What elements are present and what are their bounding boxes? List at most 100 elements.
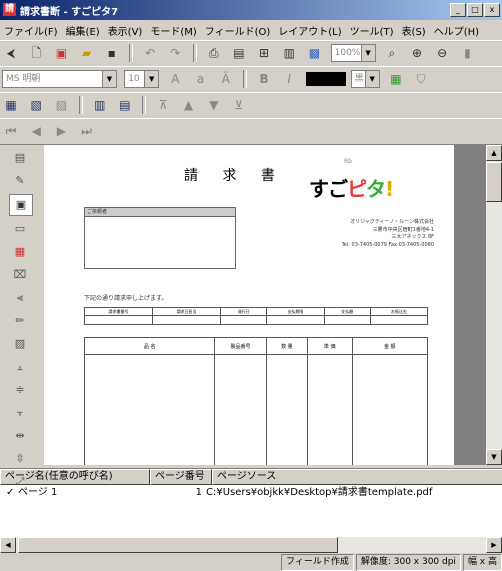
info-cell[interactable] bbox=[266, 315, 325, 325]
items-cell[interactable] bbox=[351, 354, 429, 465]
horizontal-scrollbar[interactable]: ◀ ▶ bbox=[0, 537, 502, 553]
scroll-up-icon[interactable]: ▲ bbox=[486, 145, 502, 161]
font-reset-icon[interactable]: Ä bbox=[216, 69, 236, 89]
save-icon[interactable]: ▪ bbox=[102, 43, 122, 63]
font-size-select[interactable]: 10 ▼ bbox=[124, 70, 160, 88]
document-canvas[interactable]: 請 求 書 Rb すごピタ! オリジャクティーノ・ルーン株式会社 三鷹市中央区宿… bbox=[44, 145, 486, 465]
bold-button[interactable]: B bbox=[254, 69, 274, 89]
info-cell[interactable] bbox=[152, 315, 222, 325]
address-field[interactable]: ご依頼者 bbox=[84, 207, 236, 269]
page-icon[interactable]: ▥ bbox=[279, 43, 299, 63]
grid-icon[interactable]: ⊞ bbox=[254, 43, 274, 63]
close-button[interactable]: x bbox=[484, 3, 500, 17]
distribute-v-icon[interactable]: ⇳ bbox=[9, 449, 31, 469]
move-down-icon[interactable]: ▼ bbox=[204, 95, 224, 115]
back-icon[interactable]: ⮜ bbox=[1, 43, 21, 63]
menu-file[interactable]: ファイル(F) bbox=[0, 20, 62, 41]
first-page-icon[interactable]: ⏮ bbox=[1, 121, 21, 141]
layout-toolbar: ▦ ▧ ▨ ▥ ▤ ⊼ ▲ ▼ ⊻ bbox=[0, 92, 502, 119]
palette-icon[interactable]: ▦ bbox=[386, 69, 406, 89]
zoom-out-icon[interactable]: ⊖ bbox=[432, 43, 452, 63]
font-name-select[interactable]: MS 明朝 ▼ bbox=[2, 70, 117, 88]
row-icon[interactable]: ▤ bbox=[115, 95, 135, 115]
items-header: 単 価 bbox=[306, 337, 353, 355]
table-icon[interactable]: ▦ bbox=[1, 95, 21, 115]
column-page-name[interactable]: ページ名(任意の呼び名) bbox=[0, 469, 150, 485]
print-icon[interactable]: ⎙ bbox=[204, 43, 224, 63]
scroll-thumb[interactable] bbox=[18, 537, 338, 553]
font-shrink-icon[interactable]: a bbox=[191, 69, 211, 89]
table-split-icon[interactable]: ▧ bbox=[26, 95, 46, 115]
delete-field-icon[interactable]: ⌧ bbox=[9, 265, 31, 285]
scroll-right-icon[interactable]: ▶ bbox=[486, 537, 502, 553]
align-middle-icon[interactable]: ≑ bbox=[9, 380, 31, 400]
pdf-icon[interactable]: ▣ bbox=[51, 43, 71, 63]
table-merge-icon[interactable]: ▨ bbox=[51, 95, 71, 115]
column-page-source[interactable]: ページソース bbox=[212, 469, 502, 485]
zoom-select[interactable]: 100% ▼ bbox=[330, 44, 376, 62]
next-page-icon[interactable]: ▶ bbox=[51, 121, 71, 141]
prev-page-icon[interactable]: ◀ bbox=[26, 121, 46, 141]
page-nav-toolbar: ⏮ ◀ ▶ ⏭ bbox=[0, 118, 502, 145]
last-page-icon[interactable]: ⏭ bbox=[77, 121, 97, 141]
italic-button[interactable]: I bbox=[279, 69, 299, 89]
zoom-page-icon[interactable]: ⌕ bbox=[382, 43, 402, 63]
menu-layout[interactable]: レイアウト(L) bbox=[274, 20, 345, 41]
page-list-row[interactable]: ✓ ページ 1 1 C:¥Users¥objkk¥Desktop¥請求書templat… bbox=[0, 485, 502, 501]
image-icon[interactable]: ▨ bbox=[9, 334, 31, 354]
menu-tools[interactable]: ツール(T) bbox=[346, 20, 398, 41]
align-top-icon[interactable]: ⊼ bbox=[153, 95, 173, 115]
minimize-button[interactable]: _ bbox=[450, 3, 466, 17]
undo-icon[interactable]: ↶ bbox=[140, 43, 160, 63]
font-grow-icon[interactable]: A bbox=[165, 69, 185, 89]
redo-icon[interactable]: ↷ bbox=[165, 43, 185, 63]
pencil-icon[interactable]: ✏ bbox=[9, 311, 31, 331]
menu-table[interactable]: 表(S) bbox=[398, 20, 430, 41]
scroll-thumb[interactable] bbox=[486, 162, 502, 202]
text-field-icon[interactable]: ▤ bbox=[9, 148, 31, 168]
items-cell[interactable] bbox=[306, 354, 353, 465]
menu-field[interactable]: フィールド(O) bbox=[201, 20, 274, 41]
left-toolbox: ▤ ✎ ▣ ▭ ▦ ⌧ ⫷ ✏ ▨ ⫠ ≑ ⫟ ⇹ ⇳ ⤢ ⋕ ▬ bbox=[0, 145, 40, 534]
fit-icon[interactable]: ▩ bbox=[304, 43, 324, 63]
menu-edit[interactable]: 編集(E) bbox=[62, 20, 104, 41]
menu-view[interactable]: 表示(V) bbox=[104, 20, 147, 41]
vertical-scrollbar[interactable]: ▲ ▼ bbox=[486, 145, 502, 465]
scroll-left-icon[interactable]: ◀ bbox=[0, 537, 16, 553]
info-cell[interactable] bbox=[323, 315, 371, 325]
rect-icon[interactable]: ▭ bbox=[9, 219, 31, 239]
scroll-down-icon[interactable]: ▼ bbox=[486, 449, 502, 465]
align-left-icon[interactable]: ⫷ bbox=[9, 288, 31, 308]
chart-icon[interactable]: ▮ bbox=[457, 43, 477, 63]
shield-icon[interactable]: ⛉ bbox=[411, 69, 431, 89]
move-up-icon[interactable]: ▲ bbox=[179, 95, 199, 115]
column-page-number[interactable]: ページ番号 bbox=[150, 469, 212, 485]
info-header: お振込先 bbox=[369, 307, 429, 316]
info-cell[interactable] bbox=[220, 315, 268, 325]
items-cell[interactable] bbox=[265, 354, 308, 465]
distribute-h-icon[interactable]: ⇹ bbox=[9, 426, 31, 446]
new-file-icon[interactable]: 🗋 bbox=[26, 43, 46, 63]
menu-mode[interactable]: モード(M) bbox=[146, 20, 200, 41]
info-cell[interactable] bbox=[369, 315, 429, 325]
color-select[interactable]: 黒 ▼ bbox=[350, 70, 380, 88]
info-cell[interactable] bbox=[83, 315, 154, 325]
draw-icon[interactable]: ✎ bbox=[9, 171, 31, 191]
menu-help[interactable]: ヘルプ(H) bbox=[430, 20, 483, 41]
table-tool-icon[interactable]: ▦ bbox=[9, 242, 31, 262]
zoom-in-icon[interactable]: ⊕ bbox=[407, 43, 427, 63]
document-page[interactable]: 請 求 書 Rb すごピタ! オリジャクティーノ・ルーン株式会社 三鷹市中央区宿… bbox=[44, 145, 454, 465]
align-top-tool-icon[interactable]: ⫠ bbox=[9, 357, 31, 377]
items-cell[interactable] bbox=[214, 354, 267, 465]
open-folder-icon[interactable]: ▰ bbox=[77, 43, 97, 63]
print-preview-icon[interactable]: ▤ bbox=[229, 43, 249, 63]
items-cell[interactable] bbox=[83, 354, 216, 465]
page-source: C:¥Users¥objkk¥Desktop¥請求書template.pdf bbox=[206, 487, 433, 498]
align-bottom-tool-icon[interactable]: ⫟ bbox=[9, 403, 31, 423]
text-color-swatch[interactable] bbox=[305, 72, 346, 86]
align-bottom-icon[interactable]: ⊻ bbox=[229, 95, 249, 115]
column-icon[interactable]: ▥ bbox=[90, 95, 110, 115]
maximize-button[interactable]: □ bbox=[467, 3, 483, 17]
select-field-icon[interactable]: ▣ bbox=[9, 194, 33, 216]
separator bbox=[142, 96, 147, 114]
